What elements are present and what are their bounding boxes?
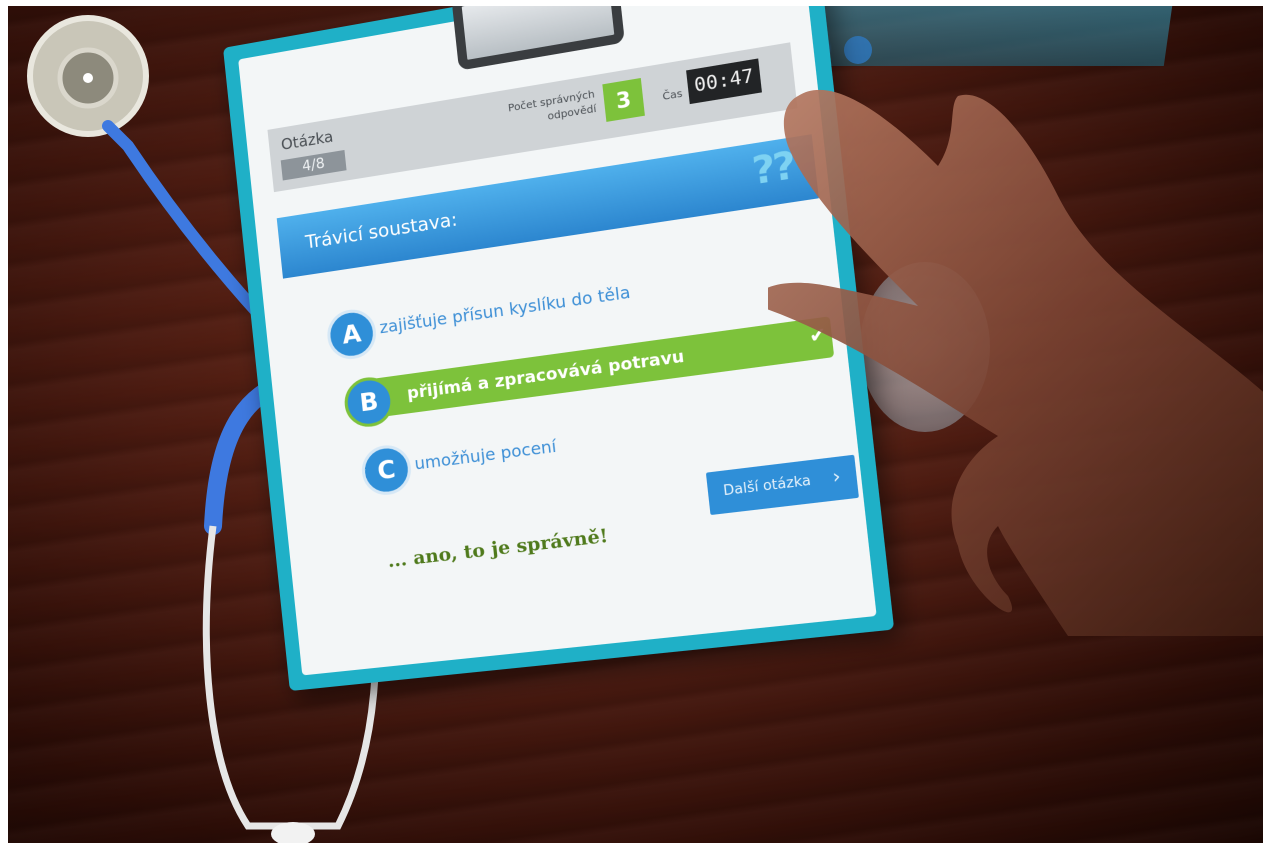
clipboard-clip — [451, 6, 625, 71]
timer-display: 00:47 — [686, 58, 762, 105]
top-round-button[interactable] — [844, 36, 872, 64]
feedback-message: ... ano, to je správně! — [386, 525, 610, 573]
user-hand — [768, 89, 1263, 636]
question-progress: 4/8 — [280, 149, 347, 181]
question-title: Trávicí soustava: — [304, 208, 459, 254]
question-label: Otázka — [280, 127, 335, 155]
correct-count-label: Počet správných odpovědí — [507, 88, 597, 123]
time-label: Čas — [661, 88, 684, 104]
correct-count-badge: 3 — [602, 77, 645, 122]
answer-text: zajišťuje přísun kyslíku do těla — [378, 282, 632, 338]
answer-text: umožňuje pocení — [413, 436, 558, 474]
photo-scene: Otázka 4/8 Počet správných odpovědí 3 Ča… — [8, 6, 1263, 843]
answer-letter-badge: A — [325, 306, 379, 363]
answer-letter-badge: C — [359, 442, 414, 498]
